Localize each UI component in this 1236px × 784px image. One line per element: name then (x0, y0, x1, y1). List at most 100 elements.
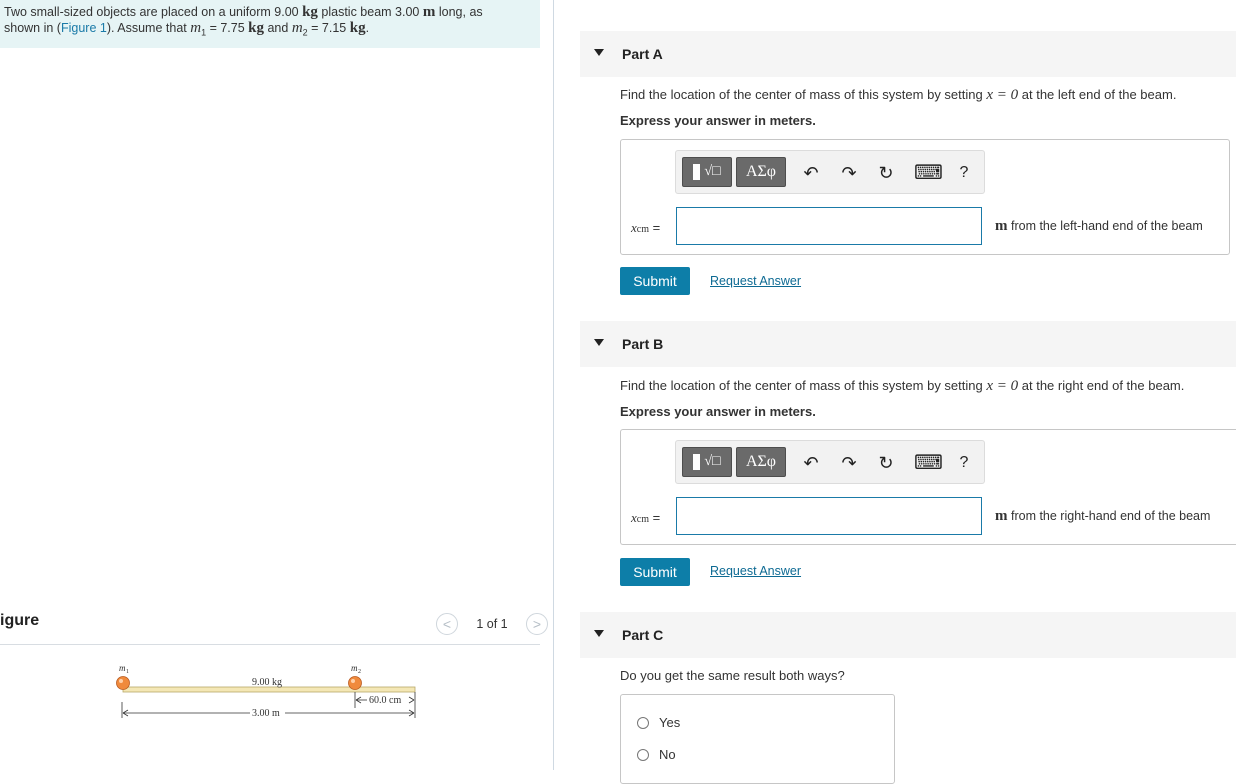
var-subscript: cm (636, 224, 649, 235)
reset-icon[interactable]: ↻ (875, 453, 897, 473)
part-b-instruction: Express your answer in meters. (620, 404, 816, 419)
greek-label: ΑΣφ (745, 163, 777, 180)
question-text: Find the location of the center of mass … (620, 87, 983, 102)
answer-input[interactable] (676, 497, 982, 535)
beam-mass-label: 9.00 kg (252, 677, 282, 688)
collapse-triangle-icon (594, 630, 604, 637)
answer-input[interactable] (676, 207, 982, 245)
greek-symbols-button[interactable]: ΑΣφ (736, 447, 786, 477)
offset-arrowhead-right (408, 696, 415, 704)
intro-text: ). Assume that (106, 21, 187, 35)
part-b-submit-button[interactable]: Submit (620, 558, 690, 586)
part-a-answer-box: √□ ΑΣφ ↶ ↷ ↻ ⌨ ? xcm = m from the left-h… (620, 139, 1230, 255)
part-b-header[interactable]: Part B (580, 321, 1236, 367)
var-subscript: cm (636, 514, 649, 525)
unit-kg: kg (248, 20, 264, 36)
keyboard-icon[interactable]: ⌨ (914, 453, 943, 473)
intro-text: and (267, 21, 289, 35)
part-b-answer-box: √□ ΑΣφ ↶ ↷ ↻ ⌨ ? xcm = m from the right-… (620, 429, 1236, 545)
unit-text: from the right-hand end of the beam (1010, 509, 1211, 523)
mass-2-ball (348, 676, 362, 690)
part-c-header[interactable]: Part C (580, 612, 1236, 658)
variable-label: xcm = (631, 220, 660, 236)
sqrt-template-icon: √□ (704, 454, 721, 469)
m1-label-sub: 1 (126, 669, 129, 675)
templates-button[interactable]: √□ (682, 157, 732, 187)
part-c-choices: Yes No (620, 694, 895, 784)
part-c-title: Part C (622, 627, 664, 643)
figure-link[interactable]: Figure 1 (61, 21, 107, 35)
template-block-icon (693, 454, 701, 470)
unit-kg: kg (302, 4, 318, 20)
chevron-right-icon: > (532, 616, 542, 632)
choice-yes[interactable]: Yes (637, 715, 680, 730)
intro-text: shown in ( (4, 21, 61, 35)
intro-text: Two small-sized objects are placed on a … (4, 5, 299, 19)
reset-icon[interactable]: ↻ (875, 163, 897, 183)
undo-icon[interactable]: ↶ (800, 163, 822, 183)
m2-label-sub: 2 (358, 669, 361, 675)
beam-figure: m 1 m 2 9.00 kg 60.0 cm 3.00 m (116, 663, 416, 719)
part-c-question: Do you get the same result both ways? (620, 668, 845, 683)
prev-figure-button[interactable]: < (436, 613, 458, 635)
radio-button[interactable] (637, 748, 649, 761)
equals-sign: = (652, 220, 661, 235)
question-text: at the right end of the beam. (1021, 378, 1185, 393)
help-icon[interactable]: ? (953, 453, 975, 473)
unit-symbol: m (995, 218, 1008, 234)
unit-kg: kg (349, 20, 366, 36)
templates-button[interactable]: √□ (682, 447, 732, 477)
choice-label: No (659, 747, 676, 762)
mass-2-highlight (351, 679, 355, 683)
m2-value: = 7.15 (307, 21, 347, 35)
unit-m: m (422, 4, 436, 20)
math-x-equals-0: x = 0 (986, 87, 1019, 103)
part-a-header[interactable]: Part A (580, 31, 1236, 77)
sqrt-template-icon: √□ (704, 164, 721, 179)
variable-label: xcm = (631, 510, 660, 526)
undo-icon[interactable]: ↶ (800, 453, 822, 473)
figure-counter: 1 of 1 (476, 617, 508, 631)
m2-label: m (351, 663, 358, 673)
math-toolbar: √□ ΑΣφ ↶ ↷ ↻ ⌨ ? (675, 150, 985, 194)
m1-label: m (119, 663, 126, 673)
unit-label: m from the right-hand end of the beam (995, 508, 1210, 525)
unit-label: m from the left-hand end of the beam (995, 218, 1203, 235)
part-a-submit-button[interactable]: Submit (620, 267, 690, 295)
part-b-question: Find the location of the center of mass … (620, 378, 1184, 395)
m2-symbol: m (291, 20, 303, 36)
intro-text: . (365, 21, 370, 35)
part-b-title: Part B (622, 336, 664, 352)
equals-sign: = (652, 510, 661, 525)
radio-button[interactable] (637, 716, 649, 729)
intro-text: long, as (438, 5, 483, 19)
collapse-triangle-icon (594, 49, 604, 56)
part-b-request-answer-link[interactable]: Request Answer (710, 564, 801, 578)
figure-title: igure (0, 612, 40, 629)
m1-symbol: m (190, 20, 202, 36)
choice-no[interactable]: No (637, 747, 676, 762)
mass-1-ball (116, 676, 130, 690)
offset-label: 60.0 cm (369, 695, 401, 706)
redo-icon[interactable]: ↷ (838, 453, 860, 473)
question-text: at the left end of the beam. (1021, 87, 1177, 102)
collapse-triangle-icon (594, 339, 604, 346)
column-divider (553, 0, 554, 770)
math-x-equals-0: x = 0 (986, 378, 1019, 394)
part-a-instruction: Express your answer in meters. (620, 113, 816, 128)
redo-icon[interactable]: ↷ (838, 163, 860, 183)
unit-symbol: m (995, 508, 1008, 524)
keyboard-icon[interactable]: ⌨ (914, 163, 943, 183)
figure-rule (0, 644, 540, 645)
question-text: Find the location of the center of mass … (620, 378, 983, 393)
greek-symbols-button[interactable]: ΑΣφ (736, 157, 786, 187)
part-a-question: Find the location of the center of mass … (620, 87, 1176, 104)
m1-value: = 7.75 (206, 21, 245, 35)
problem-statement: Two small-sized objects are placed on a … (0, 0, 540, 48)
template-block-icon (693, 164, 701, 180)
next-figure-button[interactable]: > (526, 613, 548, 635)
choice-label: Yes (659, 715, 681, 730)
math-toolbar: √□ ΑΣφ ↶ ↷ ↻ ⌨ ? (675, 440, 985, 484)
part-a-request-answer-link[interactable]: Request Answer (710, 274, 801, 288)
help-icon[interactable]: ? (953, 163, 975, 183)
